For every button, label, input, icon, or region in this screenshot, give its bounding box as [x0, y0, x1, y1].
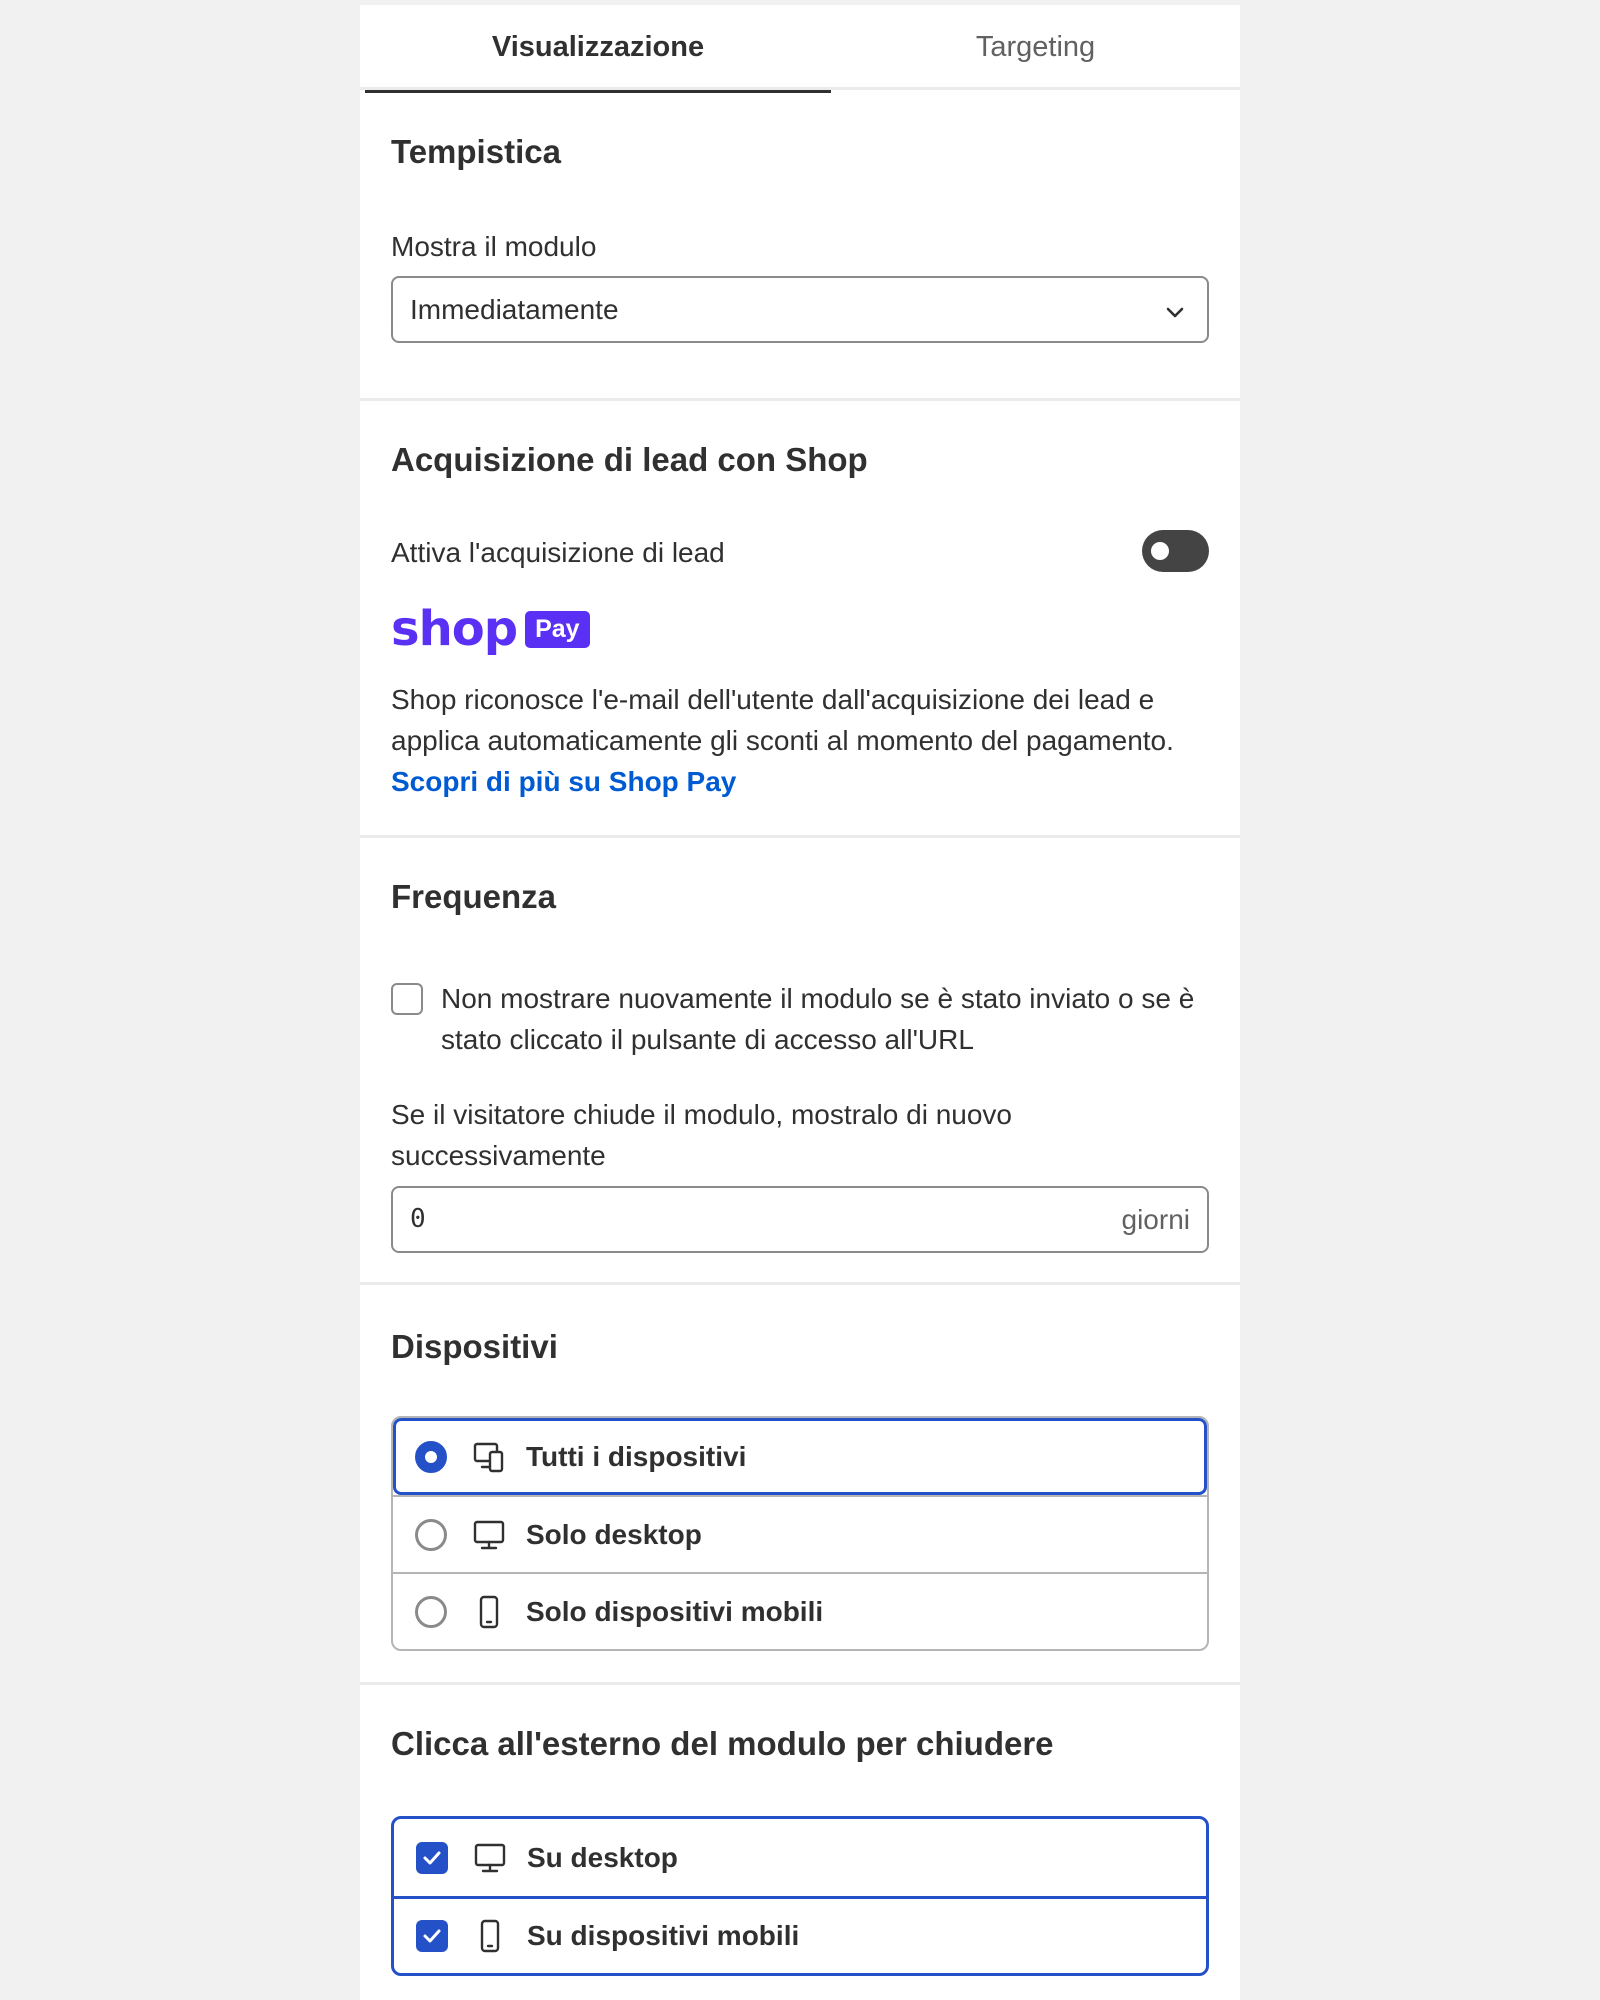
click-outside-mobile[interactable]: Su dispositivi mobili [394, 1896, 1206, 1973]
pay-badge: Pay [525, 610, 590, 648]
lead-toggle-label: Attiva l'acquisizione di lead [391, 537, 725, 568]
click-outside-heading: Clicca all'esterno del modulo per chiude… [391, 1725, 1054, 1762]
reshow-days-value: 0 [410, 1204, 426, 1234]
mobile-icon [479, 1595, 499, 1628]
show-form-value: Immediatamente [410, 293, 619, 325]
frequency-heading: Frequenza [391, 878, 557, 915]
devices-heading: Dispositivi [391, 1328, 558, 1365]
show-form-label: Mostra il modulo [391, 231, 597, 262]
tab-targeting[interactable]: Targeting [831, 5, 1240, 90]
click-outside-section: Clicca all'esterno del modulo per chiude… [360, 1682, 1240, 2000]
chevron-down-icon [1166, 307, 1184, 318]
shop-logo-word: shop [391, 601, 518, 657]
devices-section: Dispositivi Tutti i dispositivi Solo des… [360, 1282, 1240, 1682]
settings-panel: Visualizzazione Targeting Tempistica Mos… [360, 5, 1240, 2000]
desktop-icon [474, 1843, 506, 1872]
mobile-icon [480, 1919, 500, 1953]
lead-section: Acquisizione di lead con Shop Attiva l'a… [360, 398, 1240, 835]
click-outside-desktop[interactable]: Su desktop [394, 1819, 1206, 1896]
lead-description: Shop riconosce l'e-mail dell'utente dall… [391, 679, 1221, 802]
reshow-days-field[interactable]: 0 giorni [391, 1186, 1209, 1253]
toggle-knob [1151, 542, 1169, 560]
reshow-days-suffix: giorni [1121, 1204, 1190, 1235]
all-devices-icon [473, 1442, 504, 1472]
lead-description-text: Shop riconosce l'e-mail dell'utente dall… [391, 684, 1174, 756]
desktop-icon [473, 1520, 505, 1549]
lead-toggle[interactable] [1142, 530, 1209, 572]
device-option-label: Solo dispositivi mobili [526, 1595, 824, 1627]
shop-pay-logo: shop Pay [391, 601, 590, 657]
checkmark-icon [423, 1929, 441, 1943]
lead-heading: Acquisizione di lead con Shop [391, 441, 868, 478]
click-outside-label: Su desktop [527, 1841, 678, 1873]
radio-unselected[interactable] [415, 1518, 447, 1551]
dont-show-again-label: Non mostrare nuovamente il modulo se è s… [441, 983, 1195, 1055]
device-option-label: Tutti i dispositivi [526, 1440, 747, 1472]
reshow-label: Se il visitatore chiude il modulo, mostr… [391, 1099, 1012, 1171]
checkbox-checked[interactable] [416, 1920, 448, 1952]
checkmark-icon [423, 1851, 441, 1864]
click-outside-checkbox-group: Su desktop Su dispositivi mobili [391, 1816, 1209, 1976]
device-option-desktop[interactable]: Solo desktop [393, 1495, 1207, 1572]
click-outside-label: Su dispositivi mobili [527, 1920, 800, 1951]
timing-section: Tempistica Mostra il modulo Immediatamen… [360, 93, 1240, 398]
show-form-select[interactable]: Immediatamente [391, 276, 1209, 343]
device-option-mobile[interactable]: Solo dispositivi mobili [393, 1572, 1207, 1649]
tab-bar: Visualizzazione Targeting [360, 5, 1240, 93]
frequency-section: Frequenza Non mostrare nuovamente il mod… [360, 835, 1240, 1282]
radio-unselected[interactable] [415, 1595, 447, 1628]
device-option-label: Solo desktop [526, 1518, 702, 1550]
device-option-all[interactable]: Tutti i dispositivi [393, 1418, 1207, 1495]
dont-show-again-checkbox[interactable] [391, 983, 423, 1015]
checkbox-checked[interactable] [416, 1841, 448, 1874]
timing-heading: Tempistica [391, 133, 561, 170]
shop-pay-link[interactable]: Scopri di più su Shop Pay [391, 766, 736, 797]
devices-radio-group: Tutti i dispositivi Solo desktop Solo di… [391, 1416, 1209, 1651]
radio-selected[interactable] [415, 1440, 447, 1473]
tab-visualizzazione[interactable]: Visualizzazione [365, 5, 831, 93]
